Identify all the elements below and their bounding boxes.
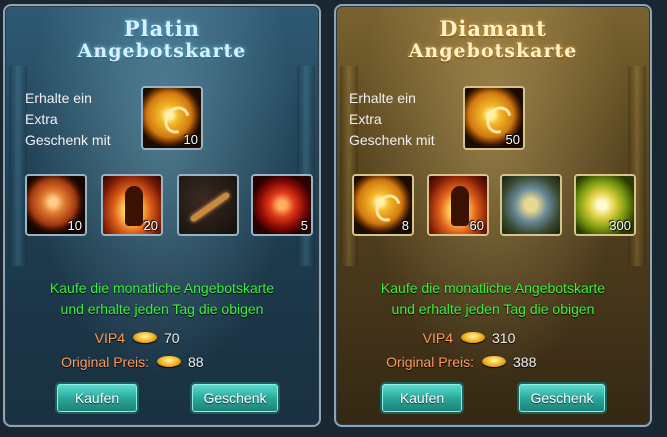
reward-item-slot[interactable]: 20 <box>101 174 163 236</box>
gift-button[interactable]: Geschenk <box>517 382 607 414</box>
original-price: 88 <box>188 354 204 370</box>
extra-gift-text: Erhalte ein Extra Geschenk mit <box>349 88 459 151</box>
extra-text-line: Extra <box>349 111 382 127</box>
reward-item-slot[interactable]: 5 <box>251 174 313 236</box>
card-title-line1: Platin <box>123 16 201 41</box>
description-line: Kaufe die monatliche Angebotskarte <box>380 280 606 296</box>
reward-item-slot[interactable]: 300 <box>574 174 636 236</box>
description-line: Kaufe die monatliche Angebotskarte <box>49 280 275 296</box>
offer-description: Kaufe die monatliche Angebotskarte und e… <box>5 278 319 320</box>
diamant-offer-card: Diamant Angebotskarte Erhalte ein Extra … <box>334 4 652 427</box>
item-quantity: 5 <box>300 218 308 233</box>
reward-item-slot[interactable] <box>177 174 239 236</box>
extra-text-line: Extra <box>25 111 58 127</box>
card-title: Platin Angebotskarte <box>5 16 319 63</box>
platin-offer-card: Platin Angebotskarte Erhalte ein Extra G… <box>3 4 321 427</box>
item-quantity: 300 <box>609 218 631 233</box>
gold-icon <box>459 331 487 345</box>
vip-price: 70 <box>164 330 180 346</box>
gold-icon <box>131 331 159 345</box>
original-price-row: Original Preis: 88 <box>49 352 204 372</box>
description-line: und erhalte jeden Tag die obigen <box>391 301 595 317</box>
description-line: und erhalte jeden Tag die obigen <box>60 301 264 317</box>
item-quantity: 60 <box>469 218 484 233</box>
key-icon <box>179 176 237 234</box>
vip-label: VIP4 <box>94 330 125 346</box>
item-quantity: 8 <box>401 218 409 233</box>
buy-button[interactable]: Kaufen <box>380 382 464 414</box>
vip-label: VIP4 <box>422 330 453 346</box>
original-price: 388 <box>513 354 537 370</box>
extra-gift-text: Erhalte ein Extra Geschenk mit <box>25 88 135 151</box>
reward-item-slot[interactable]: 60 <box>427 174 489 236</box>
offer-description: Kaufe die monatliche Angebotskarte und e… <box>336 278 650 320</box>
reward-item-slot[interactable]: 10 <box>25 174 87 236</box>
gold-icon <box>155 355 183 369</box>
card-title-line1: Diamant <box>439 16 547 41</box>
extra-text-line: Geschenk mit <box>349 132 435 148</box>
reward-item-slot[interactable] <box>500 174 562 236</box>
item-quantity: 20 <box>143 218 158 233</box>
card-title-line2: Angebotskarte <box>77 40 247 62</box>
reward-item-slot[interactable]: 8 <box>352 174 414 236</box>
gold-icon <box>480 355 508 369</box>
buy-button[interactable]: Kaufen <box>55 382 139 414</box>
item-quantity: 10 <box>67 218 82 233</box>
gift-button[interactable]: Geschenk <box>190 382 280 414</box>
original-price-row: Original Preis: 388 <box>374 352 536 372</box>
extra-text-line: Erhalte ein <box>25 90 92 106</box>
item-quantity: 50 <box>505 132 520 147</box>
decorative-pillar <box>628 66 646 266</box>
bonus-item-slot[interactable]: 10 <box>141 86 203 150</box>
vip-price-row: VIP4 70 <box>25 328 180 348</box>
original-price-label: Original Preis: <box>61 354 149 370</box>
vip-price: 310 <box>492 330 516 346</box>
extra-text-line: Geschenk mit <box>25 132 111 148</box>
bonus-item-slot[interactable]: 50 <box>463 86 525 150</box>
chest-icon <box>502 176 560 234</box>
original-price-label: Original Preis: <box>386 354 474 370</box>
extra-text-line: Erhalte ein <box>349 90 416 106</box>
card-title: Diamant Angebotskarte <box>336 16 650 63</box>
card-title-line2: Angebotskarte <box>408 40 578 62</box>
decorative-pillar <box>297 66 315 266</box>
vip-price-row: VIP4 310 <box>353 328 516 348</box>
item-quantity: 10 <box>183 132 198 147</box>
